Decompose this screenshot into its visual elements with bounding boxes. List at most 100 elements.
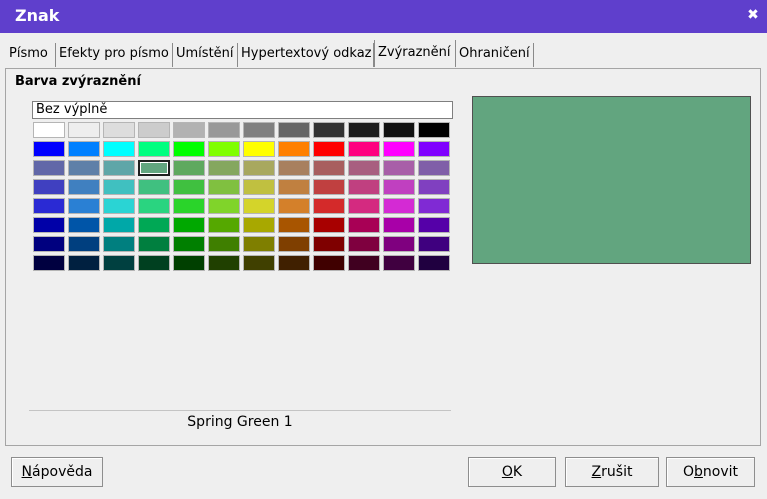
color-swatch[interactable] (243, 141, 275, 157)
color-swatch[interactable] (278, 141, 310, 157)
color-swatch[interactable] (348, 160, 380, 176)
color-swatch[interactable] (173, 122, 205, 138)
tab-borders[interactable]: Ohraničení (456, 43, 534, 67)
color-swatch[interactable] (33, 217, 65, 233)
color-swatch[interactable] (383, 255, 415, 271)
color-swatch[interactable] (278, 236, 310, 252)
color-swatch[interactable] (208, 141, 240, 157)
color-swatch[interactable] (103, 198, 135, 214)
color-swatch[interactable] (383, 122, 415, 138)
color-swatch[interactable] (418, 236, 450, 252)
color-swatch[interactable] (278, 217, 310, 233)
color-swatch[interactable] (138, 160, 170, 176)
close-icon[interactable]: ✖ (746, 7, 760, 23)
color-swatch[interactable] (68, 198, 100, 214)
color-swatch[interactable] (348, 122, 380, 138)
color-swatch[interactable] (68, 122, 100, 138)
help-button[interactable]: Nápověda (11, 457, 103, 487)
color-swatch[interactable] (313, 198, 345, 214)
color-swatch[interactable] (348, 141, 380, 157)
color-swatch[interactable] (243, 160, 275, 176)
color-swatch[interactable] (278, 122, 310, 138)
color-swatch[interactable] (173, 179, 205, 195)
color-swatch[interactable] (208, 255, 240, 271)
color-swatch[interactable] (418, 160, 450, 176)
color-swatch[interactable] (173, 160, 205, 176)
color-swatch[interactable] (68, 217, 100, 233)
reset-button[interactable]: Obnovit (666, 457, 755, 487)
color-swatch[interactable] (103, 141, 135, 157)
color-swatch[interactable] (33, 255, 65, 271)
color-swatch[interactable] (138, 179, 170, 195)
color-swatch[interactable] (208, 236, 240, 252)
color-swatch[interactable] (33, 160, 65, 176)
color-swatch[interactable] (33, 179, 65, 195)
color-swatch[interactable] (103, 122, 135, 138)
color-swatch[interactable] (383, 179, 415, 195)
color-swatch[interactable] (138, 255, 170, 271)
color-swatch[interactable] (103, 255, 135, 271)
color-swatch[interactable] (418, 122, 450, 138)
color-swatch[interactable] (348, 198, 380, 214)
color-swatch[interactable] (208, 217, 240, 233)
color-swatch[interactable] (383, 141, 415, 157)
color-swatch[interactable] (173, 255, 205, 271)
color-swatch[interactable] (68, 160, 100, 176)
color-swatch[interactable] (243, 198, 275, 214)
color-swatch[interactable] (313, 122, 345, 138)
tab-font-effects[interactable]: Efekty pro písmo (56, 43, 173, 67)
color-swatch[interactable] (383, 236, 415, 252)
color-swatch[interactable] (138, 236, 170, 252)
color-swatch[interactable] (138, 198, 170, 214)
no-fill-button[interactable]: Bez výplně (32, 101, 453, 119)
color-swatch[interactable] (33, 198, 65, 214)
color-swatch[interactable] (313, 236, 345, 252)
color-swatch[interactable] (383, 160, 415, 176)
color-swatch[interactable] (243, 179, 275, 195)
color-swatch[interactable] (173, 236, 205, 252)
color-swatch[interactable] (138, 217, 170, 233)
color-swatch[interactable] (418, 217, 450, 233)
color-swatch[interactable] (33, 236, 65, 252)
color-swatch[interactable] (313, 141, 345, 157)
color-swatch[interactable] (103, 217, 135, 233)
tab-font[interactable]: Písmo (6, 43, 56, 67)
color-swatch[interactable] (243, 255, 275, 271)
tab-highlighting[interactable]: Zvýraznění (374, 40, 456, 67)
tab-hyperlink[interactable]: Hypertextový odkaz (238, 43, 374, 67)
color-swatch[interactable] (313, 255, 345, 271)
color-swatch[interactable] (418, 198, 450, 214)
color-swatch[interactable] (278, 198, 310, 214)
color-swatch[interactable] (208, 160, 240, 176)
color-swatch[interactable] (243, 236, 275, 252)
color-swatch[interactable] (418, 255, 450, 271)
color-swatch[interactable] (278, 179, 310, 195)
color-swatch[interactable] (418, 141, 450, 157)
color-swatch[interactable] (33, 141, 65, 157)
color-swatch[interactable] (418, 179, 450, 195)
color-swatch[interactable] (278, 255, 310, 271)
color-swatch[interactable] (33, 122, 65, 138)
color-swatch[interactable] (313, 160, 345, 176)
color-swatch[interactable] (68, 141, 100, 157)
color-swatch[interactable] (348, 255, 380, 271)
color-swatch[interactable] (103, 236, 135, 252)
color-swatch[interactable] (103, 179, 135, 195)
color-swatch[interactable] (208, 198, 240, 214)
tab-position[interactable]: Umístění (173, 43, 238, 67)
ok-button[interactable]: OK (468, 457, 556, 487)
color-swatch[interactable] (68, 236, 100, 252)
color-swatch[interactable] (278, 160, 310, 176)
color-swatch[interactable] (208, 122, 240, 138)
color-swatch[interactable] (313, 179, 345, 195)
cancel-button[interactable]: Zrušit (565, 457, 659, 487)
color-swatch[interactable] (348, 179, 380, 195)
color-swatch[interactable] (68, 179, 100, 195)
color-swatch[interactable] (68, 255, 100, 271)
color-swatch[interactable] (243, 217, 275, 233)
color-swatch[interactable] (243, 122, 275, 138)
color-swatch[interactable] (138, 141, 170, 157)
color-swatch[interactable] (138, 122, 170, 138)
color-swatch[interactable] (208, 179, 240, 195)
color-swatch[interactable] (103, 160, 135, 176)
